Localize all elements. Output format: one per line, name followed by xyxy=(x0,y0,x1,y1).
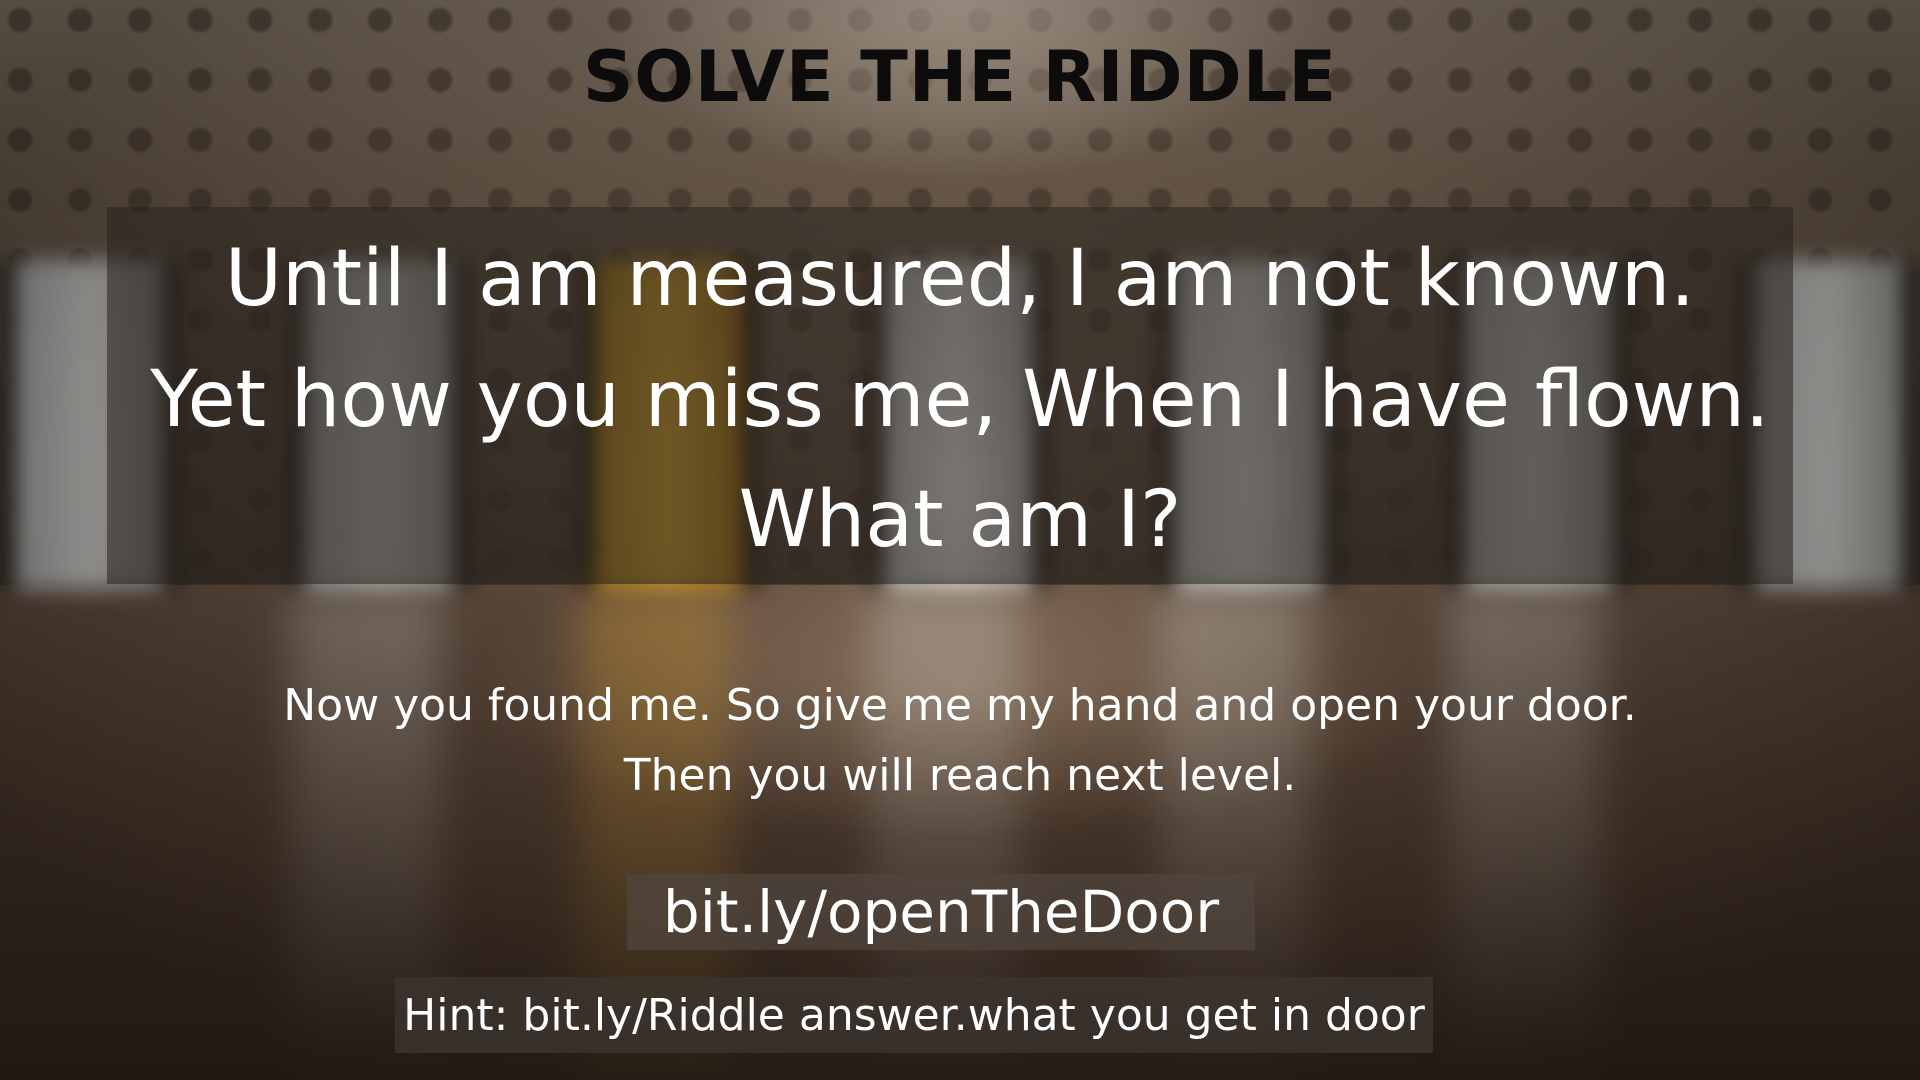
message-line-1: Now you found me. So give me my hand and… xyxy=(283,680,1637,731)
message-line-2: Then you will reach next level. xyxy=(623,750,1297,801)
riddle-line-1: Until I am measured, I am not known. xyxy=(224,234,1696,324)
hint-text: Hint: bit.ly/Riddle answer.what you get … xyxy=(395,977,1433,1053)
riddle-question: What am I? xyxy=(738,475,1182,565)
page-title: SOLVE THE RIDDLE xyxy=(582,36,1338,118)
door-link[interactable]: bit.ly/openTheDoor xyxy=(627,874,1255,950)
riddle-line-2: Yet how you miss me, When I have flown. xyxy=(150,355,1770,445)
